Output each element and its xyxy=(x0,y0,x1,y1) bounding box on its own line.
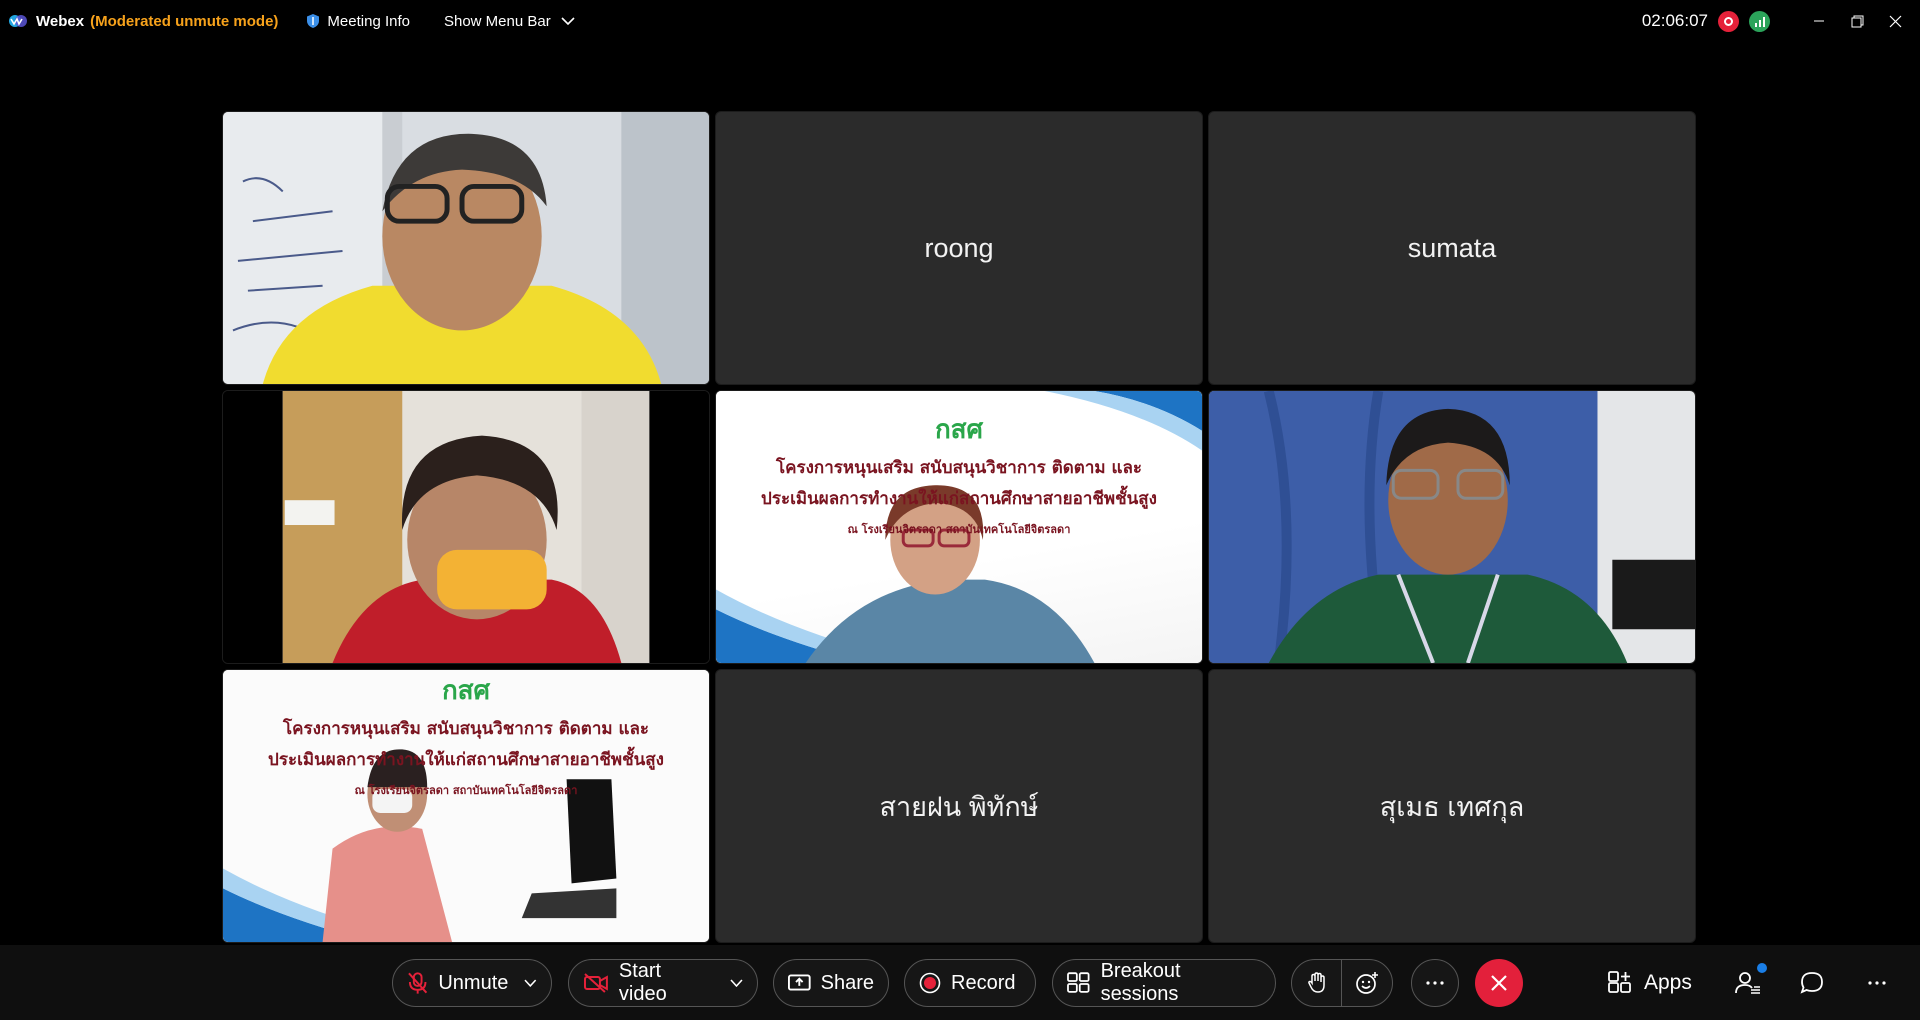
slide-line-1: โครงการหนุนเสริม สนับสนุนวิชาการ ติดตาม … xyxy=(282,719,649,739)
leave-meeting-button[interactable] xyxy=(1475,959,1523,1007)
raise-hand-button[interactable] xyxy=(1292,960,1342,1006)
participant-tile[interactable]: สุเมธ เทศกุล xyxy=(1208,669,1696,943)
show-menu-bar-button[interactable]: Show Menu Bar xyxy=(444,13,575,30)
more-dots-icon xyxy=(1868,981,1886,985)
network-stats-icon[interactable] xyxy=(1749,10,1770,32)
title-bar: Webex (Moderated unmute mode) Meeting In… xyxy=(0,0,1920,42)
app-name: Webex xyxy=(36,12,85,30)
slide-logo: กสศ xyxy=(441,675,491,705)
slide-line-3: ณ โรงเรียนจิตรลดา สถาบันเทคโนโลยีจิตรลดา xyxy=(847,523,1071,536)
apps-button[interactable]: Apps xyxy=(1608,959,1692,1007)
participant-tile[interactable] xyxy=(1208,390,1696,664)
participant-tile[interactable]: sumata xyxy=(1208,111,1696,385)
participant-name: สายฝน พิทักษ์ xyxy=(879,791,1039,822)
chat-button[interactable] xyxy=(1800,959,1824,1007)
participant-tile[interactable] xyxy=(222,111,710,385)
unmute-label: Unmute xyxy=(438,971,509,994)
reactions-group xyxy=(1291,959,1393,1007)
raise-hand-icon xyxy=(1307,972,1325,993)
slide-line-2: ประเมินผลการทำงานให้แก่สถานศึกษาสายอาชีพ… xyxy=(761,489,1157,509)
chat-icon xyxy=(1800,972,1823,994)
participant-tile[interactable]: สายฝน พิทักษ์ xyxy=(715,669,1203,943)
share-button[interactable]: Share xyxy=(773,959,889,1007)
apps-label: Apps xyxy=(1644,971,1692,994)
participants-icon xyxy=(1735,972,1760,994)
shield-icon xyxy=(307,14,320,28)
slide-line-1: โครงการหนุนเสริม สนับสนุนวิชาการ ติดตาม … xyxy=(775,458,1142,478)
record-icon xyxy=(919,972,941,994)
meeting-timer: 02:06:07 xyxy=(1641,11,1708,30)
participant-name: roong xyxy=(924,232,994,263)
emoji-plus-icon xyxy=(1356,972,1378,994)
meeting-info-button[interactable]: Meeting Info xyxy=(306,13,410,30)
notification-dot xyxy=(1757,963,1767,973)
restore-button[interactable] xyxy=(1838,0,1876,42)
close-window-button[interactable] xyxy=(1876,0,1914,42)
breakout-sessions-button[interactable]: Breakout sessions xyxy=(1052,959,1276,1007)
breakout-grid-icon xyxy=(1067,972,1090,993)
participant-video xyxy=(223,391,709,663)
close-icon xyxy=(1889,15,1901,27)
minimize-button[interactable] xyxy=(1800,0,1838,42)
apps-icon xyxy=(1608,971,1631,993)
overflow-menu-button[interactable] xyxy=(1868,959,1886,1007)
share-label: Share xyxy=(820,971,874,994)
video-off-icon xyxy=(583,973,608,993)
chevron-down-icon xyxy=(524,979,537,987)
chevron-down-icon xyxy=(561,16,575,25)
participant-tile[interactable]: roong xyxy=(715,111,1203,385)
slide-line-3: ณ โรงเรียนจิตรลดา สถาบันเทคโนโลยีจิตรลดา xyxy=(354,784,578,797)
restore-icon xyxy=(1851,15,1863,27)
unmute-button[interactable]: Unmute xyxy=(392,959,552,1007)
meeting-info-label: Meeting Info xyxy=(327,12,410,30)
participant-tile[interactable] xyxy=(222,390,710,664)
microphone-muted-icon xyxy=(408,972,428,994)
breakout-label: Breakout sessions xyxy=(1100,960,1181,1005)
moderated-mode-label: (Moderated unmute mode) xyxy=(90,12,279,30)
slide-text: กสศ โครงการหนุนเสริม สนับสนุนวิชาการ ติด… xyxy=(716,409,1202,538)
share-screen-icon xyxy=(788,974,811,991)
minimize-icon xyxy=(1814,20,1824,22)
participant-video xyxy=(1209,391,1695,663)
record-button[interactable]: Record xyxy=(904,959,1036,1007)
meeting-controls-bar: Unmute Start video Share Record Breakout… xyxy=(0,945,1920,1020)
start-video-button[interactable]: Start video xyxy=(568,959,758,1007)
reactions-button[interactable] xyxy=(1342,960,1392,1006)
more-dots-icon xyxy=(1426,981,1444,985)
slide-logo: กสศ xyxy=(934,414,984,444)
recording-indicator-icon[interactable] xyxy=(1718,10,1739,32)
participant-tile[interactable]: กสศ โครงการหนุนเสริม สนับสนุนวิชาการ ติด… xyxy=(715,390,1203,664)
participant-grid: roong sumata กสศ โครงการหนุนเสริม สนับสน… xyxy=(222,111,1696,943)
close-icon xyxy=(1491,975,1507,991)
participant-name: sumata xyxy=(1407,232,1497,263)
slide-line-2: ประเมินผลการทำงานให้แก่สถานศึกษาสายอาชีพ… xyxy=(268,750,664,770)
slide-text: กสศ โครงการหนุนเสริม สนับสนุนวิชาการ ติด… xyxy=(223,670,709,799)
webex-logo-icon xyxy=(9,15,27,27)
participants-button[interactable] xyxy=(1735,959,1767,1007)
participant-tile[interactable]: กสศ โครงการหนุนเสริม สนับสนุนวิชาการ ติด… xyxy=(222,669,710,943)
show-menu-label: Show Menu Bar xyxy=(443,12,551,30)
more-options-button[interactable] xyxy=(1411,959,1459,1007)
record-label: Record xyxy=(951,971,1016,994)
participant-name: สุเมธ เทศกุล xyxy=(1379,791,1525,822)
chevron-down-icon xyxy=(730,979,743,987)
start-video-label: Start video xyxy=(618,960,667,1005)
participant-video xyxy=(223,112,709,384)
